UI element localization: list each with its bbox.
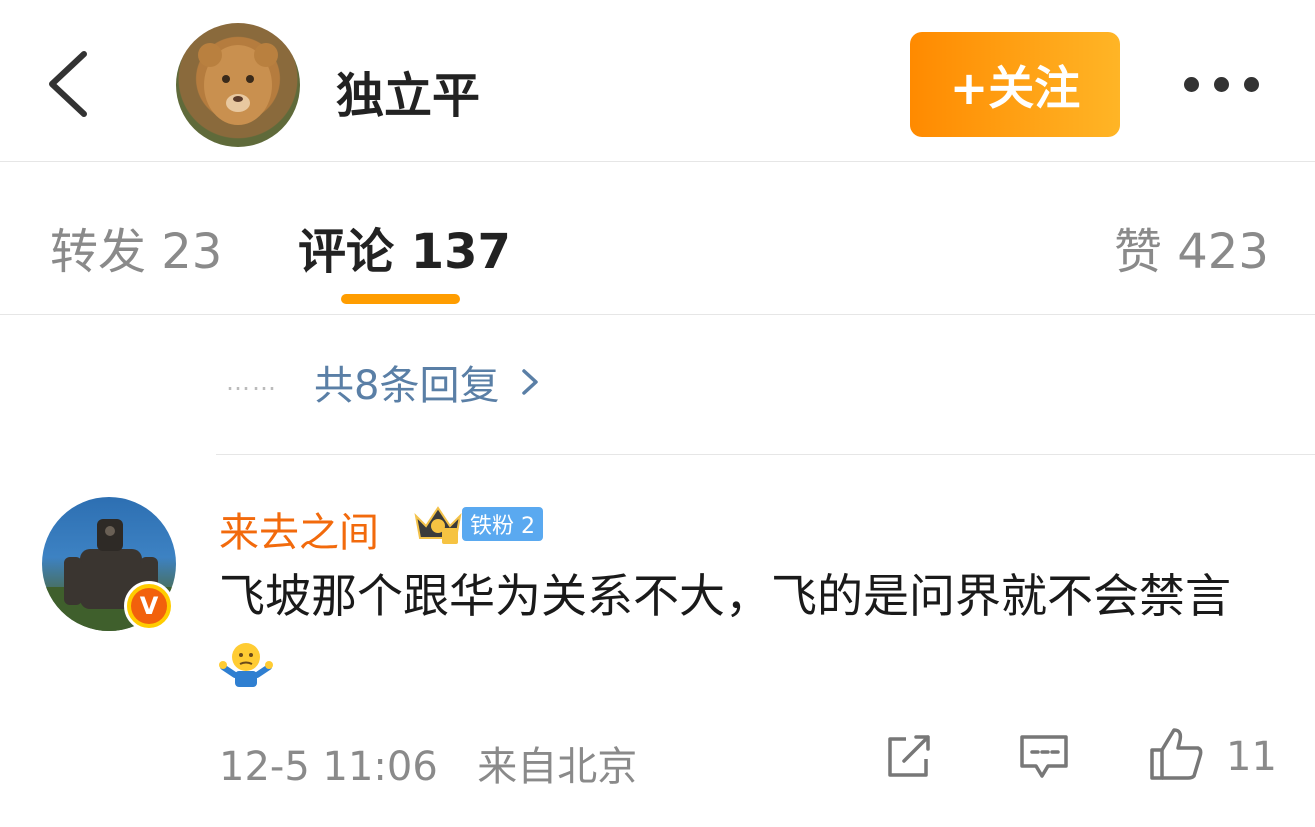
active-tab-indicator [341,294,460,304]
share-icon[interactable] [884,733,936,785]
comment-time: 12-5 11:06 [219,744,438,790]
comment-text-content: 飞坡那个跟华为关系不大，飞的是问界就不会禁言 [219,569,1231,623]
crown-icon [414,506,462,544]
verified-badge-icon: V [124,581,174,631]
comment-text: 飞坡那个跟华为关系不大，飞的是问界就不会禁言 [219,564,1279,692]
top-bar: 独立平 +关注 [0,0,1315,162]
shrug-emoji-icon [219,642,273,687]
like-count: 11 [1226,734,1277,780]
dots-decoration: …… [226,368,278,396]
tab-bar: 转发 23 评论 137 赞 423 [0,162,1315,315]
divider [216,454,1315,455]
comment-author[interactable]: 来去之间 [219,500,379,558]
username[interactable]: 独立平 [336,56,480,126]
tab-reposts[interactable]: 转发 23 [50,212,222,282]
tab-likes[interactable]: 赞 423 [1114,212,1269,282]
reply-icon[interactable] [1018,732,1070,786]
chevron-left-icon[interactable] [40,46,100,122]
like-icon[interactable] [1148,726,1206,786]
fan-level-badge: 铁粉 2 [462,507,543,541]
view-replies-link[interactable]: …… 共8条回复 [226,356,541,409]
follow-button[interactable]: +关注 [910,32,1120,137]
avatar[interactable] [176,23,300,147]
comment-location: 来自北京 [477,744,638,790]
comment-meta: 12-5 11:06 来自北京 [219,734,637,792]
replies-count-label: 共8条回复 [314,363,500,409]
more-horizontal-icon[interactable] [1180,70,1264,100]
chevron-right-icon [522,369,539,395]
tab-comments[interactable]: 评论 137 [298,212,511,282]
